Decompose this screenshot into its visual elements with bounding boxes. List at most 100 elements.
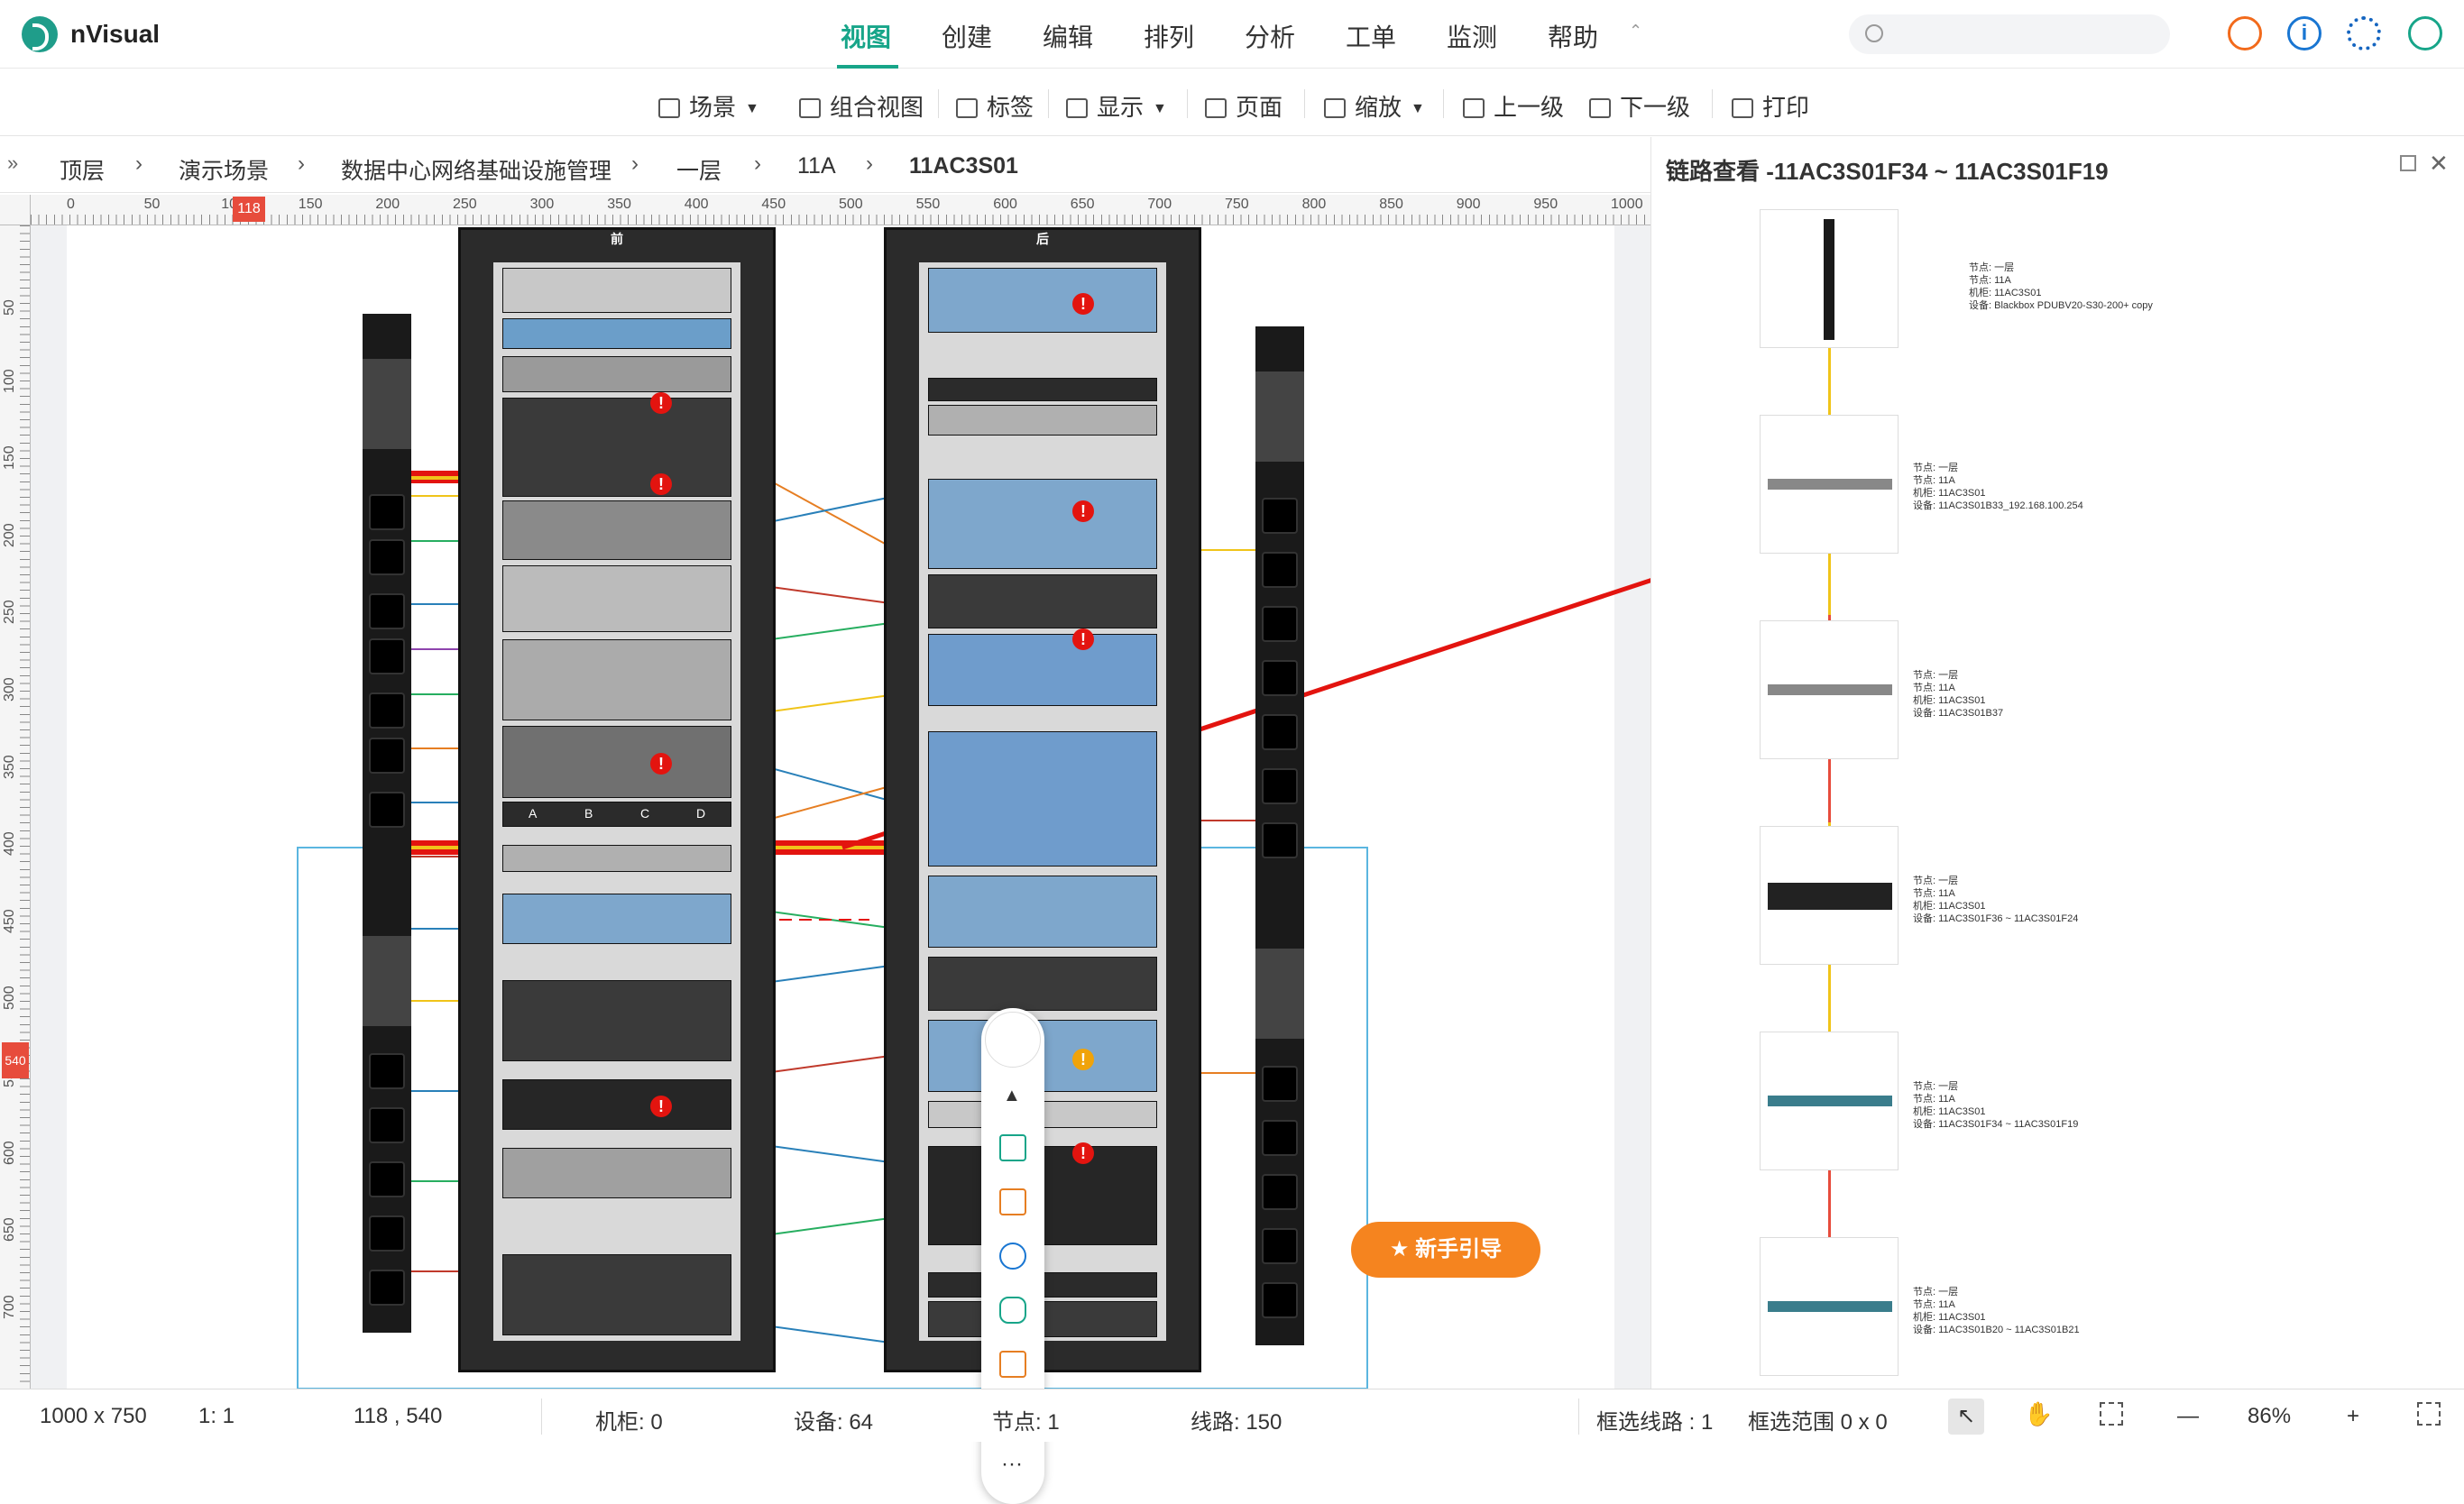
rack-device[interactable] [502,356,731,392]
alert-icon[interactable]: ! [650,1096,672,1117]
breadcrumb-item[interactable]: 顶层 [60,153,105,186]
hand-tool-icon[interactable]: ✋ [2024,1400,2053,1428]
link-node-card[interactable] [1760,209,1899,348]
label-button[interactable]: 标签 [956,89,1034,123]
link-node-info: 节点: 一层 节点: 11A 机柜: 11AC3S01 设备: 11AC3S01… [1913,463,2083,511]
rack-device[interactable] [502,268,731,313]
close-icon[interactable]: ✕ [2429,150,2449,178]
maximize-icon[interactable] [2400,155,2416,171]
user-icon[interactable] [2408,16,2442,50]
link-node-card[interactable] [1760,826,1899,965]
print-button[interactable]: 打印 [1732,89,1809,123]
clock-pie-icon[interactable] [2228,16,2262,50]
rack-device[interactable] [502,318,731,349]
page-button[interactable]: 页面 [1205,89,1283,123]
patch-panel[interactable]: A B C D [502,802,731,827]
ruler-label: 100 [2,368,17,393]
rack-device[interactable] [502,565,731,632]
nav-view[interactable]: 视图 [841,18,891,54]
link-node-card[interactable] [1760,1237,1899,1376]
rack-device[interactable] [502,500,731,560]
canvas[interactable]: 前 A B C D ! ! ! ! 后 ! ! ! ! ! ▲ ··· ★ 新手… [31,225,1650,1504]
fit-screen-icon[interactable] [2100,1402,2123,1426]
chevron-up-icon[interactable]: ▲ [1003,1086,1021,1106]
chevron-up-icon[interactable]: ⌃ [1629,22,1642,41]
rack-device[interactable] [502,894,731,944]
nav-edit[interactable]: 编辑 [1043,18,1093,54]
rack-device[interactable] [502,398,731,497]
rack-device[interactable] [928,268,1157,333]
link-node-card[interactable] [1760,1032,1899,1170]
rack-device[interactable] [502,726,731,798]
link-node-card[interactable] [1760,415,1899,554]
beginner-guide-button[interactable]: ★ 新手引导 [1351,1222,1540,1278]
search-input[interactable] [1849,14,2170,54]
zoom-out-button[interactable]: — [2177,1404,2199,1429]
alert-icon[interactable]: ! [1072,293,1094,315]
rack-device[interactable] [928,405,1157,436]
down-level-button[interactable]: 下一级 [1589,89,1690,123]
more-icon[interactable]: ··· [1001,1452,1023,1477]
expand-sidebar-icon[interactable]: » [7,151,18,175]
warning-icon[interactable]: ! [1072,1049,1094,1070]
rack-device[interactable] [502,1148,731,1198]
up-level-button[interactable]: 上一级 [1463,89,1564,123]
rack-device[interactable] [502,1079,731,1130]
image-icon[interactable] [999,1134,1026,1161]
scene-menu[interactable]: 场景 ▼ [658,89,759,123]
zoom-in-button[interactable]: + [2347,1404,2359,1429]
rack-front-label: 前 [611,232,623,246]
list-icon[interactable] [999,1188,1026,1215]
gear-icon[interactable] [2347,16,2381,50]
combined-view-button[interactable]: 组合视图 [799,89,924,123]
breadcrumb-item[interactable]: 演示场景 [179,153,269,186]
nav-help[interactable]: 帮助 [1548,18,1598,54]
pdu-left[interactable] [363,314,411,1333]
alert-icon[interactable]: ! [650,753,672,775]
rack-device[interactable] [502,845,731,872]
rack-device[interactable] [928,876,1157,948]
alert-icon[interactable]: ! [650,473,672,495]
nav-monitor[interactable]: 监测 [1447,18,1497,54]
nav-analyze[interactable]: 分析 [1245,18,1295,54]
ruler-label: 250 [453,197,477,212]
topology-icon[interactable] [999,1243,1026,1270]
link-node-card[interactable] [1760,620,1899,759]
nav-create[interactable]: 创建 [942,18,992,54]
pointer-tool-icon[interactable]: ↖ [1948,1399,1984,1435]
breadcrumb-item[interactable]: 数据中心网络基础设施管理 [341,153,611,186]
rack-device[interactable] [928,731,1157,867]
zoom-menu[interactable]: 缩放 ▼ [1324,89,1425,123]
nav-arrange[interactable]: 排列 [1144,18,1194,54]
fullscreen-icon[interactable] [2417,1402,2441,1426]
rack-device[interactable] [502,1254,731,1335]
route-icon[interactable] [999,1297,1026,1324]
alert-icon[interactable]: ! [1072,1142,1094,1164]
ruler-label: 50 [2,299,17,316]
alert-icon[interactable]: ! [650,392,672,414]
toolbar-handle[interactable] [985,1012,1041,1068]
rack-device[interactable] [502,980,731,1061]
ruler-label: 650 [2,1217,17,1243]
rack-device[interactable] [502,639,731,720]
ruler-label: 750 [1225,197,1249,212]
rack-device[interactable] [928,957,1157,1011]
rack-device[interactable] [928,479,1157,569]
nvisual-logo-icon [22,16,58,52]
ruler-label: 50 [143,197,161,212]
rack-front[interactable]: 前 A B C D ! ! ! ! [458,227,776,1372]
nav-workorder[interactable]: 工单 [1346,18,1396,54]
breadcrumb-item[interactable]: 一层 [676,153,722,186]
alert-icon[interactable]: ! [1072,628,1094,650]
patch-panel[interactable] [928,378,1157,401]
hierarchy-icon[interactable] [999,1351,1026,1378]
ruler-label: 450 [761,197,786,212]
pdu-right[interactable] [1255,326,1304,1345]
info-icon[interactable]: i [2287,16,2321,50]
rack-device[interactable] [928,634,1157,706]
breadcrumb-item[interactable]: 11A [797,153,836,179]
ruler-labels-v: 5010015020025030035040045050055060065070… [0,225,20,1389]
display-menu[interactable]: 显示 ▼ [1066,89,1167,123]
alert-icon[interactable]: ! [1072,500,1094,522]
rack-device[interactable] [928,574,1157,628]
